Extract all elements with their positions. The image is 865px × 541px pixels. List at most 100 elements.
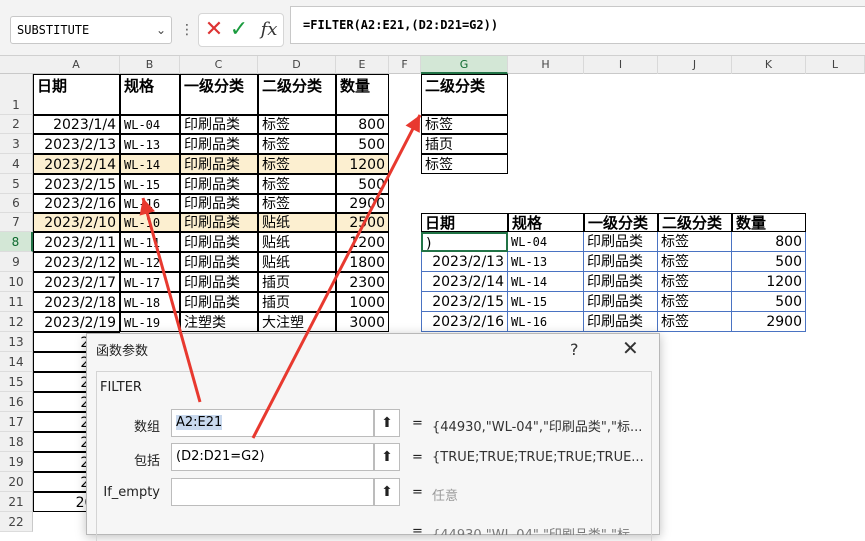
data-cell[interactable]: 1200 (336, 232, 389, 252)
row-header-12[interactable]: 12 (0, 312, 33, 332)
column-header-d[interactable]: D (258, 56, 336, 74)
data-cell[interactable]: 大注塑 (258, 312, 336, 332)
data-cell[interactable]: 贴纸 (258, 232, 336, 252)
row-header-2[interactable]: 2 (0, 115, 33, 134)
column-header-g[interactable]: G (421, 56, 508, 74)
row-header-10[interactable]: 10 (0, 272, 33, 292)
column-header-h[interactable]: H (508, 56, 584, 74)
result-cell[interactable]: 1200 (732, 272, 806, 292)
data-cell[interactable]: 2023/2/16 (33, 194, 120, 213)
data-cell[interactable]: 2023/2/14 (33, 154, 120, 174)
data-cell[interactable]: 3000 (336, 312, 389, 332)
data-cell[interactable]: 2023/2/13 (33, 134, 120, 154)
row-header-14[interactable]: 14 (0, 352, 33, 372)
column-header-f[interactable]: F (389, 56, 421, 74)
row-header-8[interactable]: 8 (0, 232, 33, 252)
data-cell[interactable]: 1000 (336, 292, 389, 312)
data-cell[interactable]: WL-12 (120, 252, 180, 272)
result-header-cell[interactable]: 数量 (732, 213, 806, 232)
row-header-1[interactable]: 1 (0, 74, 33, 115)
header-cell[interactable]: 日期 (33, 74, 120, 115)
row-header-4[interactable]: 4 (0, 154, 33, 174)
header-cell[interactable]: 二级分类 (258, 74, 336, 115)
result-cell[interactable]: 印刷品类 (584, 292, 658, 312)
data-cell[interactable]: WL-18 (120, 292, 180, 312)
data-cell[interactable]: 印刷品类 (180, 252, 258, 272)
data-cell[interactable]: 2023/1/4 (33, 115, 120, 134)
row-header-20[interactable]: 20 (0, 472, 33, 492)
more-options-icon[interactable]: ⋮ (180, 16, 194, 44)
collapse-ref-icon[interactable]: ⬆ (374, 478, 400, 506)
data-cell[interactable]: WL-16 (120, 194, 180, 213)
row-header-9[interactable]: 9 (0, 252, 33, 272)
data-cell[interactable]: 印刷品类 (180, 232, 258, 252)
column-header-e[interactable]: E (336, 56, 389, 74)
data-cell[interactable]: 2023/2/19 (33, 312, 120, 332)
data-cell[interactable]: 印刷品类 (180, 115, 258, 134)
arg-input-include[interactable]: (D2:D21=G2) (171, 443, 374, 471)
result-cell[interactable]: 印刷品类 (584, 232, 658, 252)
result-cell[interactable]: 印刷品类 (584, 272, 658, 292)
column-header-i[interactable]: I (584, 56, 658, 74)
column-header-l[interactable]: L (806, 56, 865, 74)
data-cell[interactable]: 800 (336, 115, 389, 134)
result-cell[interactable]: 标签 (658, 312, 732, 332)
row-header-16[interactable]: 16 (0, 392, 33, 412)
active-cell[interactable]: ) (421, 232, 508, 252)
chevron-down-icon[interactable]: ⌄ (150, 16, 172, 44)
result-cell[interactable]: 标签 (658, 252, 732, 272)
row-header-7[interactable]: 7 (0, 213, 33, 232)
result-cell[interactable]: 2023/2/13 (421, 252, 508, 272)
data-cell[interactable]: 印刷品类 (180, 213, 258, 232)
data-cell[interactable]: 2023/2/17 (33, 272, 120, 292)
insert-function-icon[interactable]: fx (256, 15, 282, 45)
column-header-c[interactable]: C (180, 56, 258, 74)
arg-input-array[interactable]: A2:E21 (171, 409, 374, 437)
criteria-header[interactable]: 二级分类 (421, 74, 508, 115)
data-cell[interactable]: 注塑类 (180, 312, 258, 332)
data-cell[interactable]: 印刷品类 (180, 292, 258, 312)
data-cell[interactable]: 2023/2/11 (33, 232, 120, 252)
data-cell[interactable]: 2023/2/15 (33, 174, 120, 194)
column-header-a[interactable]: A (33, 56, 120, 74)
column-header-k[interactable]: K (732, 56, 806, 74)
header-cell[interactable]: 规格 (120, 74, 180, 115)
row-header-6[interactable]: 6 (0, 194, 33, 213)
result-cell[interactable]: 印刷品类 (584, 252, 658, 272)
row-header-18[interactable]: 18 (0, 432, 33, 452)
data-cell[interactable]: 2300 (336, 272, 389, 292)
data-cell[interactable]: 贴纸 (258, 213, 336, 232)
result-cell[interactable]: 标签 (658, 232, 732, 252)
result-cell[interactable]: WL-16 (508, 312, 584, 332)
cancel-icon[interactable]: ✕ (204, 15, 224, 45)
row-header-5[interactable]: 5 (0, 174, 33, 194)
data-cell[interactable]: 2023/2/18 (33, 292, 120, 312)
column-header-b[interactable]: B (120, 56, 180, 74)
criteria-cell[interactable]: 标签 (421, 115, 508, 134)
row-header-19[interactable]: 19 (0, 452, 33, 472)
result-header-cell[interactable]: 规格 (508, 213, 584, 232)
data-cell[interactable]: WL-14 (120, 154, 180, 174)
result-cell[interactable]: 2023/2/15 (421, 292, 508, 312)
collapse-ref-icon[interactable]: ⬆ (374, 409, 400, 437)
result-header-cell[interactable]: 二级分类 (658, 213, 732, 232)
result-cell[interactable]: 2900 (732, 312, 806, 332)
row-header-17[interactable]: 17 (0, 412, 33, 432)
result-cell[interactable]: 500 (732, 252, 806, 272)
result-cell[interactable]: 印刷品类 (584, 312, 658, 332)
data-cell[interactable]: 印刷品类 (180, 174, 258, 194)
data-cell[interactable]: WL-11 (120, 232, 180, 252)
data-cell[interactable]: 2500 (336, 213, 389, 232)
data-cell[interactable]: 标签 (258, 194, 336, 213)
help-icon[interactable]: ? (570, 340, 579, 359)
data-cell[interactable]: 印刷品类 (180, 154, 258, 174)
data-cell[interactable]: 2023/2/10 (33, 213, 120, 232)
enter-icon[interactable]: ✓ (228, 15, 250, 45)
row-header-3[interactable]: 3 (0, 134, 33, 154)
data-cell[interactable]: WL-19 (120, 312, 180, 332)
data-cell[interactable]: 2023/2/12 (33, 252, 120, 272)
row-header-15[interactable]: 15 (0, 372, 33, 392)
result-header-cell[interactable]: 一级分类 (584, 213, 658, 232)
result-cell[interactable]: 2023/2/14 (421, 272, 508, 292)
data-cell[interactable]: 印刷品类 (180, 134, 258, 154)
